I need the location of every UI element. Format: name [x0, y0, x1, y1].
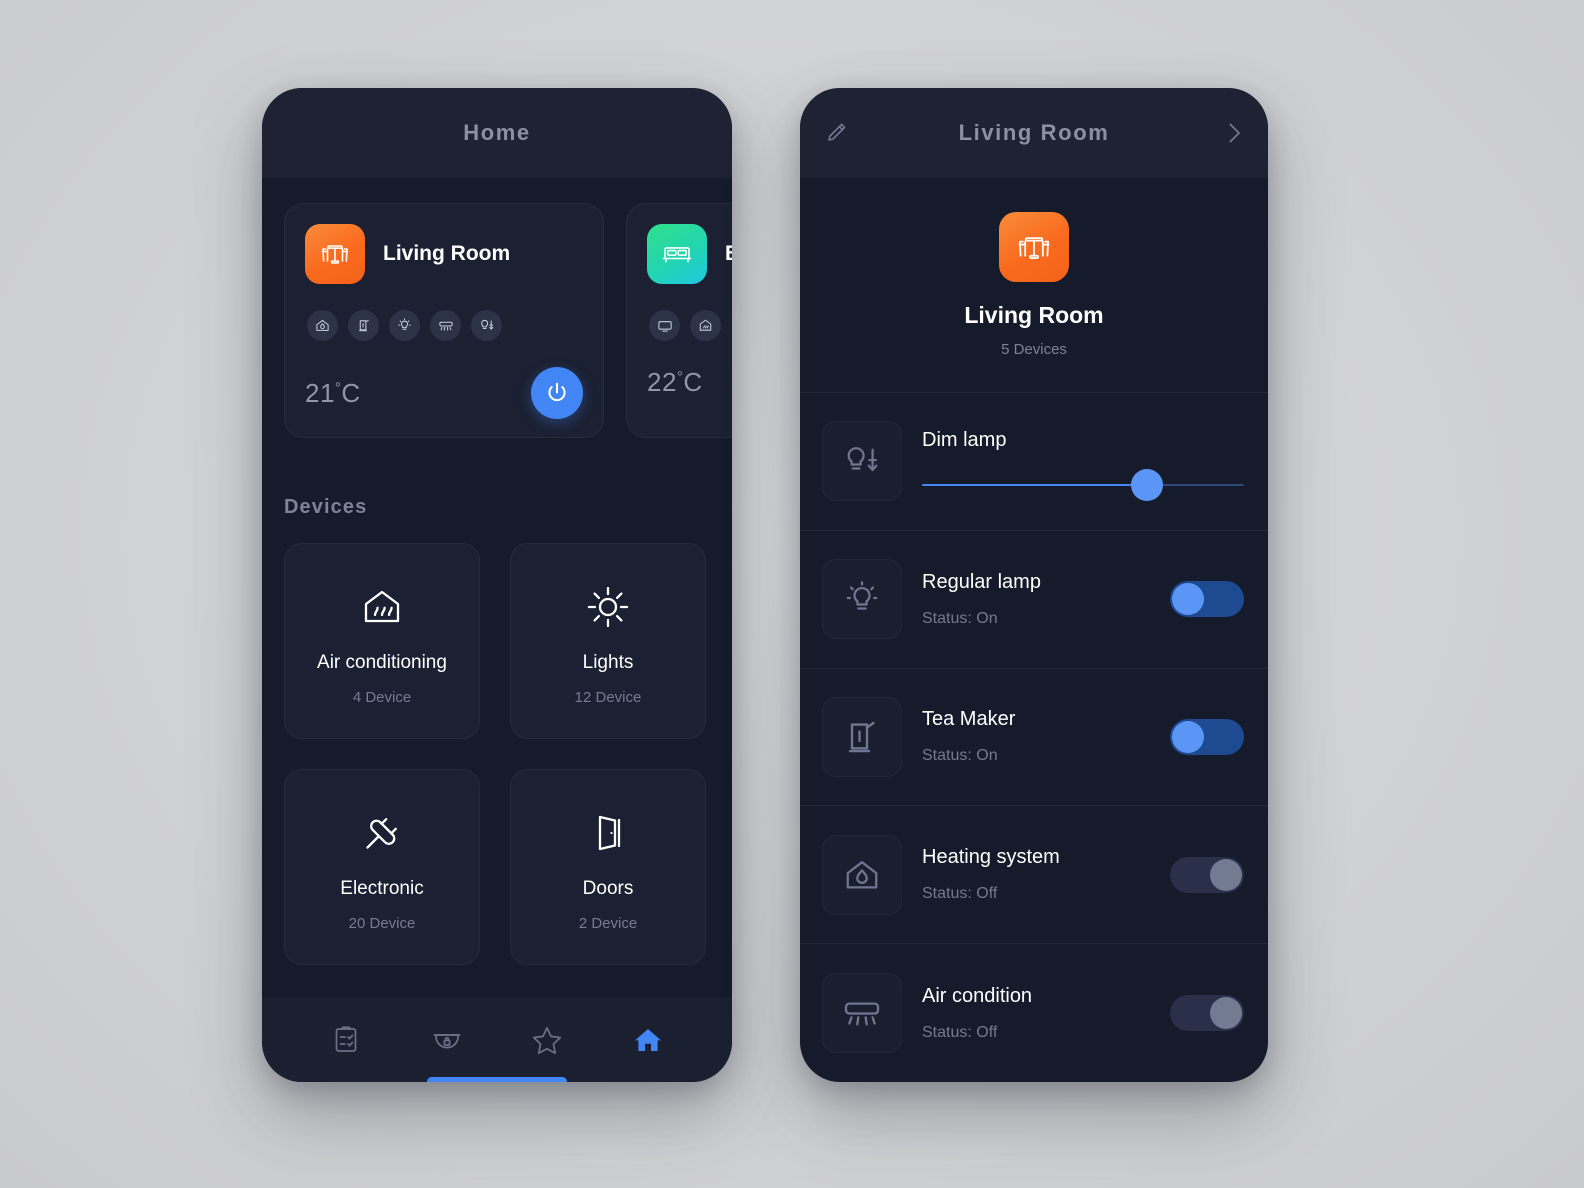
device-row-title: Dim lamp	[922, 428, 1007, 451]
device-row-status: Status: On	[922, 609, 998, 627]
device-row-body: Dim lamp	[922, 428, 1244, 501]
room-card-footer: 21°C	[305, 367, 583, 419]
device-row-status: Status: Off	[922, 1023, 998, 1041]
device-card-name: Air conditioning	[317, 652, 447, 673]
room-device-icons	[649, 310, 732, 341]
home-phone-frame: Home Living Room 21°C 22°C Devices Air c…	[262, 88, 732, 1082]
device-card-count: 20 Device	[348, 915, 416, 932]
heating-icon[interactable]	[307, 310, 338, 341]
device-card-name: Lights	[582, 652, 634, 673]
device-toggle[interactable]	[1170, 856, 1244, 893]
room-device-icons	[307, 310, 583, 341]
toggle-knob	[1172, 583, 1204, 616]
slider-thumb[interactable]	[1131, 468, 1164, 501]
air-conditioner-icon[interactable]	[430, 310, 461, 341]
air-conditioner-icon	[822, 973, 902, 1054]
device-row-body: Regular lamp Status: On	[922, 571, 1150, 628]
devices-grid: Air conditioning 4 Device Lights 12 Devi…	[262, 519, 732, 965]
device-card-name: Electronic	[340, 878, 424, 899]
device-card-doors[interactable]: Doors 2 Device	[510, 769, 706, 965]
device-card-count: 12 Device	[574, 689, 642, 706]
home-appbar: Home	[262, 88, 732, 178]
page-title: Living Room	[958, 120, 1110, 145]
device-row-status: Status: On	[922, 747, 998, 765]
tab-home[interactable]	[620, 1012, 676, 1068]
room-hero-device-count: 5 Devices	[1001, 341, 1067, 358]
device-card-air-conditioning[interactable]: Air conditioning 4 Device	[284, 543, 480, 739]
heater-house-icon	[356, 576, 408, 638]
device-row-regular-lamp[interactable]: Regular lamp Status: On	[800, 531, 1268, 669]
tv-icon[interactable]	[649, 310, 680, 341]
heater-icon[interactable]	[690, 310, 721, 341]
tea-maker-icon[interactable]	[348, 310, 379, 341]
device-row-dim-lamp[interactable]: Dim lamp	[800, 393, 1268, 531]
device-row-tea-maker[interactable]: Tea Maker Status: On	[800, 669, 1268, 807]
device-row-title: Tea Maker	[922, 708, 1016, 731]
toggle-knob	[1210, 997, 1242, 1030]
pencil-edit-icon[interactable]	[814, 111, 858, 155]
tab-tasks[interactable]	[318, 1012, 374, 1068]
device-card-count: 2 Device	[578, 915, 638, 932]
lamp-icon[interactable]	[389, 310, 420, 341]
room-temperature: 22°C	[647, 367, 703, 397]
room-card-header: Living Room	[305, 224, 583, 284]
plug-icon	[356, 802, 408, 864]
device-card-count: 4 Device	[352, 689, 412, 706]
room-card-bedroom[interactable]: Bedroom	[626, 203, 732, 438]
device-card-name: Doors	[582, 878, 634, 899]
bottom-tabbar	[262, 998, 732, 1082]
lamp-icon	[822, 559, 902, 640]
rooms-carousel[interactable]: Living Room 21°C 22°C	[262, 178, 732, 438]
bed-icon	[647, 224, 707, 284]
device-toggle[interactable]	[1170, 581, 1244, 618]
power-button[interactable]	[531, 367, 583, 419]
dim-lamp-icon[interactable]	[471, 310, 502, 341]
device-row-title: Heating system	[922, 846, 1060, 869]
dim-lamp-icon	[822, 421, 902, 502]
slider-fill	[922, 483, 1148, 486]
toggle-knob	[1172, 720, 1204, 753]
sun-icon	[582, 576, 634, 638]
room-detail-phone-frame: Living Room Living Room 5 Devices Dim la…	[800, 88, 1268, 1082]
device-toggle[interactable]	[1170, 718, 1244, 755]
room-card-footer: 22°C	[647, 367, 732, 398]
device-row-body: Heating system Status: Off	[922, 846, 1150, 903]
device-row-air-condition[interactable]: Air condition Status: Off	[800, 944, 1268, 1082]
toggle-knob	[1210, 858, 1242, 891]
room-content: Living Room 5 Devices Dim lamp Regular l…	[800, 178, 1268, 1082]
room-name: Living Room	[383, 242, 511, 265]
room-hero-name: Living Room	[964, 302, 1104, 328]
device-card-electronic[interactable]: Electronic 20 Device	[284, 769, 480, 965]
brightness-slider[interactable]	[922, 468, 1244, 501]
room-card-living-room[interactable]: Living Room 21°C	[284, 203, 604, 438]
heating-icon	[822, 834, 902, 915]
tab-favorites[interactable]	[519, 1012, 575, 1068]
room-appbar: Living Room	[800, 88, 1268, 178]
device-row-body: Tea Maker Status: On	[922, 708, 1150, 765]
device-row-title: Air condition	[922, 984, 1033, 1007]
table-chairs-icon	[305, 224, 365, 284]
device-card-lights[interactable]: Lights 12 Device	[510, 543, 706, 739]
home-indicator	[427, 1077, 567, 1082]
room-card-header: Bedroom	[647, 224, 732, 284]
device-row-title: Regular lamp	[922, 570, 1041, 593]
page-title: Home	[463, 120, 531, 145]
chevron-right-icon[interactable]	[1212, 111, 1256, 155]
room-name: Bedroom	[725, 242, 732, 266]
room-hero: Living Room 5 Devices	[800, 178, 1268, 393]
table-chairs-icon	[999, 212, 1069, 282]
device-row-body: Air condition Status: Off	[922, 985, 1150, 1042]
device-row-status: Status: Off	[922, 885, 998, 903]
tab-security[interactable]	[419, 1012, 475, 1068]
devices-section-title: Devices	[284, 496, 368, 518]
home-content: Living Room 21°C 22°C Devices Air condit…	[262, 178, 732, 1082]
device-toggle[interactable]	[1170, 995, 1244, 1032]
room-temperature: 21°C	[305, 377, 361, 408]
device-row-heating-system[interactable]: Heating system Status: Off	[800, 806, 1268, 945]
tea-maker-icon	[822, 696, 902, 777]
door-icon	[582, 802, 634, 864]
